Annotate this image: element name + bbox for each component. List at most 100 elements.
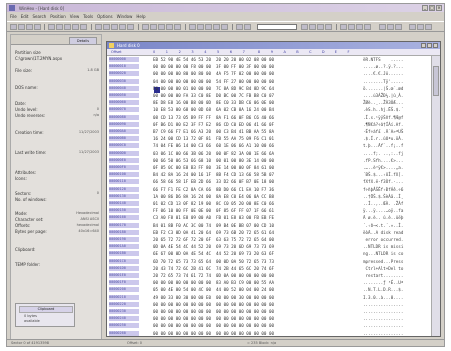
goto-offset-icon[interactable]: [142, 24, 149, 30]
row-bytes[interactable]: 00 00 00 00 FA 33 C0 8E D0 BC 00 7C FB B…: [153, 93, 274, 98]
close-button[interactable]: ×: [436, 5, 442, 11]
row-ascii[interactable]: ................: [363, 331, 403, 336]
replace-hex-icon[interactable]: [119, 24, 126, 30]
row-ascii[interactable]: .¶Ñ€â?÷â†ÍÀí.Af.: [363, 122, 403, 127]
row-ascii[interactable]: ..Í..‚..ŒÀ. .ŽÀf: [363, 201, 403, 206]
maximize-button[interactable]: □: [429, 5, 435, 11]
settings-icon[interactable]: [356, 24, 363, 30]
row-ascii[interactable]: ....€.€.Jõ......: [363, 71, 403, 76]
cascade-icon[interactable]: [417, 24, 424, 30]
tab-details[interactable]: Details: [69, 37, 97, 45]
row-bytes[interactable]: 00 00 00 00 00 00 00 00 83 A0 B3 C9 00 0…: [153, 280, 274, 285]
row-ascii[interactable]: I.3.0..à...0....: [363, 295, 403, 300]
row-ascii[interactable]: ´.‹ð¬<.t.´.»..Í.: [363, 223, 403, 228]
row-bytes[interactable]: B7 C9 66 F7 E1 66 A3 20 00 C3 B4 41 BB A…: [153, 129, 274, 134]
row-ascii[interactable]: ´BŠ.$...‹ôÍ.fX[.: [363, 172, 403, 177]
hex-row[interactable]: 00000170 B4 01 8B F0 AC 3C 00 74 09 B4 0E…: [107, 222, 431, 229]
menu-options[interactable]: Options: [97, 13, 112, 20]
row-bytes[interactable]: 74 04 FE 06 14 00 C3 66 60 1E 06 66 A1 1…: [153, 143, 274, 148]
row-bytes[interactable]: B4 01 8B F0 AC 3C 00 74 09 B4 0E BB 07 0…: [153, 223, 274, 228]
hex-row[interactable]: 00000150 FF 06 10 00 FF 0E 0E 00 0F 85 6F…: [107, 207, 431, 214]
hex-row[interactable]: 000000B0 16 24 00 CD 13 72 0F 81 FB 55 AA…: [107, 135, 431, 142]
hex-row[interactable]: 00000030 04 00 00 00 00 00 00 00 54 FF 27…: [107, 78, 431, 85]
hex-row[interactable]: 00000070 10 E8 53 00 68 00 0D 68 6A 02 CB…: [107, 106, 431, 113]
back-arrow-icon[interactable]: [150, 24, 157, 30]
row-ascii[interactable]: ........Tÿ'.....: [363, 79, 403, 84]
ram-editor-icon[interactable]: [197, 24, 204, 30]
row-bytes[interactable]: 05 00 4E 00 54 00 4C 00 44 00 52 00 04 0…: [153, 287, 274, 292]
hex-row[interactable]: 00000040 F6 00 00 00 01 00 00 00 7C 8A 8D…: [107, 85, 431, 92]
row-ascii[interactable]: ................: [363, 316, 403, 321]
row-bytes[interactable]: 66 F7 F1 FE C2 8A CA 66 8B D0 66 C1 EA 1…: [153, 187, 274, 192]
hex-row[interactable]: 00000160 C3 A0 F8 01 E8 09 00 A0 FB 01 E8…: [107, 214, 431, 221]
replace-text-icon[interactable]: [111, 24, 118, 30]
row-ascii[interactable]: ng...NTLDR is co: [363, 251, 403, 256]
minimize-button[interactable]: _: [422, 5, 428, 11]
hex-row[interactable]: 00000210 49 00 33 00 30 00 00 E0 00 00 00…: [107, 294, 431, 301]
last-sector-icon[interactable]: [174, 24, 181, 30]
row-ascii[interactable]: ....ú3ÀŽÐ¼.|û¸À.: [363, 93, 403, 98]
save-icon[interactable]: [26, 24, 33, 30]
row-ascii[interactable]: ................: [363, 309, 403, 314]
row-ascii[interactable]: error occurred.: [363, 237, 404, 242]
hex-row[interactable]: 00000100 B4 42 8A 16 24 00 16 1F 8B F4 CD…: [107, 171, 431, 178]
help-icon[interactable]: [364, 24, 371, 30]
row-bytes[interactable]: 04 00 00 00 00 00 00 00 54 FF 27 00 00 0…: [153, 79, 274, 84]
hex-row[interactable]: 000000C0 74 04 FE 06 14 00 C3 66 60 1E 06…: [107, 142, 431, 149]
find-next-icon[interactable]: [127, 24, 134, 30]
hex-row[interactable]: 00000110 66 58 66 58 1F EB 2D 66 33 D2 66…: [107, 178, 431, 185]
row-ascii[interactable]: ........ƒ ³É..Uª: [363, 280, 403, 285]
row-bytes[interactable]: 00 66 50 06 53 66 68 10 00 01 00 80 3E 1…: [153, 158, 274, 163]
copy-icon[interactable]: [72, 24, 79, 30]
hex-row[interactable]: 000001C0 6D 70 72 65 73 73 65 64 00 0D 0A…: [107, 258, 431, 265]
row-bytes[interactable]: 1A 00 86 D6 8A 16 24 00 8A E8 C0 E4 06 0…: [153, 194, 274, 199]
close-all-icon[interactable]: [425, 24, 432, 30]
arrow-up-icon[interactable]: [317, 24, 324, 30]
hex-row[interactable]: 00000240 00 00 00 00 00 00 00 00 00 00 00…: [107, 315, 431, 322]
properties-icon[interactable]: [48, 24, 55, 30]
row-bytes[interactable]: 16 24 00 CD 13 72 0F 81 FB 55 AA 75 09 F…: [153, 136, 274, 141]
open-file-icon[interactable]: [18, 24, 25, 30]
row-ascii[interactable]: ................: [363, 302, 403, 307]
row-bytes[interactable]: 00 00 00 00 00 00 00 00 00 00 00 00 00 0…: [153, 309, 274, 314]
row-bytes[interactable]: B4 42 8A 16 24 00 16 1F 8B F4 CD 13 66 5…: [153, 172, 274, 177]
row-bytes[interactable]: 0D 0A 4E 54 4C 44 52 20 69 73 20 6D 69 7…: [153, 244, 274, 249]
menu-edit[interactable]: Edit: [21, 13, 29, 20]
info-icon[interactable]: [244, 24, 251, 30]
hex-row[interactable]: 00000090 0F B6 D1 80 E2 3F F7 E2 86 CD C0…: [107, 121, 431, 128]
row-bytes[interactable]: 03 06 1C 00 66 3B 06 20 00 0F 82 3A 00 1…: [153, 151, 274, 156]
hex-window-titlebar[interactable]: Hard disk 0: [107, 42, 440, 49]
row-ascii[interactable]: fXfX.ë-f3Òf.·...: [363, 179, 403, 184]
row-ascii[interactable]: .Í.s.¹ÿÿŠñf.¶Æ@f: [363, 115, 403, 120]
menu-view[interactable]: View: [70, 13, 80, 20]
arrow-down-icon[interactable]: [325, 24, 332, 30]
row-ascii[interactable]: .…..è³ÿ€>....„a.: [363, 165, 403, 170]
row-ascii[interactable]: .....ø..?.ÿ.?...: [363, 64, 403, 69]
row-bytes[interactable]: 00 00 00 00 80 00 80 00 4A F5 7F 02 00 0…: [153, 71, 274, 76]
arrow-right-icon[interactable]: [309, 24, 316, 30]
character-set-combo[interactable]: [257, 24, 297, 30]
row-bytes[interactable]: C3 A0 F8 01 E8 09 00 A0 FB 01 E8 03 00 F…: [153, 215, 274, 220]
row-bytes[interactable]: 20 43 74 72 6C 2B 41 6C 74 2B 44 65 6C 2…: [153, 266, 274, 271]
row-ascii[interactable]: Ctrl+Alt+Del to: [363, 266, 404, 271]
hex-row[interactable]: 000001E0 20 72 65 73 74 61 72 74 0D 0A 00…: [107, 272, 431, 279]
hex-row[interactable]: 000000A0 B7 C9 66 F7 E1 66 A3 20 00 C3 B4…: [107, 128, 431, 135]
zoom-icon[interactable]: [379, 24, 386, 30]
hex-row[interactable]: 00000080 08 CD 13 73 05 B9 FF FF 8A F1 66…: [107, 114, 431, 121]
row-bytes[interactable]: 00 00 00 00 00 00 00 00 00 00 00 00 00 0…: [153, 316, 274, 321]
hex-row[interactable]: 000001B0 6E 67 00 0D 0A 4E 54 4C 44 52 20…: [107, 250, 431, 257]
title-bar[interactable]: WinHex - [Hard disk 0] _ □ ×: [7, 4, 444, 12]
row-bytes[interactable]: 00 00 00 00 00 F8 00 00 3F 00 FF 00 3F 0…: [153, 64, 274, 69]
hex-row[interactable]: 00000190 20 65 72 72 6F 72 20 6F 63 63 75…: [107, 236, 431, 243]
row-ascii[interactable]: .fP.Sfh....€>...: [363, 158, 403, 163]
hex-row[interactable]: 00000060 8E D8 E8 16 00 B8 00 0D 8E C0 33…: [107, 99, 431, 106]
hex-row[interactable]: 00000130 1A 00 86 D6 8A 16 24 00 8A E8 C0…: [107, 193, 431, 200]
row-bytes[interactable]: 00 00 00 00 00 00 00 00 00 00 00 00 00 0…: [153, 331, 274, 336]
row-ascii[interactable]: .èS.h..hj.ËŠ.$.´: [363, 107, 403, 112]
row-ascii[interactable]: Ã ø.è.. û.è..ûëþ: [363, 215, 403, 220]
calculator-icon[interactable]: [205, 24, 212, 30]
close-button[interactable]: [433, 43, 438, 48]
row-bytes[interactable]: FF 06 10 00 FF 0E 0E 00 0F 85 6F FF 07 1…: [153, 208, 274, 213]
hex-row[interactable]: 00000220 00 00 00 00 00 00 00 00 00 00 00…: [107, 301, 431, 308]
menu-file[interactable]: File: [10, 13, 17, 20]
